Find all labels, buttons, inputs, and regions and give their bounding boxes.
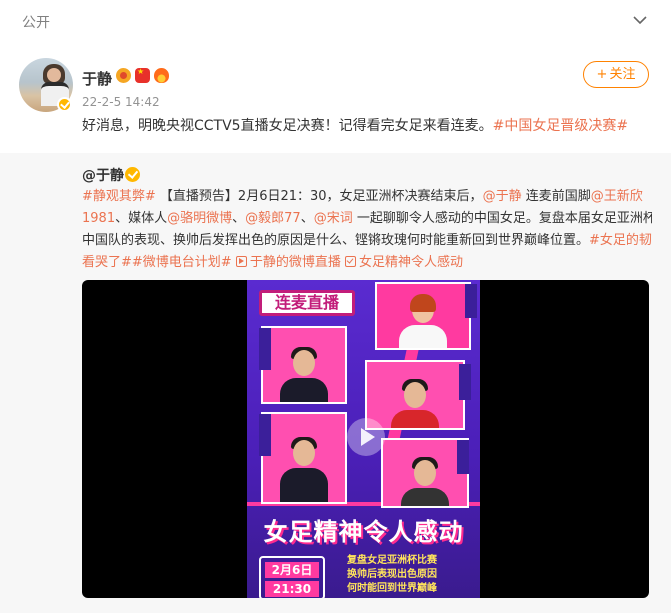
poster-date: 2月6日 21:30 (259, 556, 325, 598)
post-timestamp[interactable]: 22-2-5 14:42 (82, 95, 160, 109)
text-line: 看哭了##微博电台计划# 于静的微博直播 女足精神令人感动 (82, 252, 652, 274)
host-photo (375, 282, 471, 350)
poster-title: 连麦直播 (259, 290, 355, 316)
hashtag-link[interactable]: #静观其弊# (82, 189, 156, 204)
host-tag (465, 284, 477, 318)
mention-link[interactable]: @宋词 (314, 211, 353, 226)
poster-recap: 复盘女足亚洲杯比赛 换帅后表现出色原因 何时能回到世界巅峰 (347, 555, 437, 594)
guest-photo (365, 360, 465, 430)
text-line: 中国队的表现、换帅后发挥出色的原因是什么、铿锵玫瑰何时能重新回到世界巅峰位置。#… (82, 230, 652, 252)
live-link[interactable]: 于静的微博直播 (235, 255, 341, 270)
guest-tag (459, 364, 471, 400)
top-bar: 公开 (0, 0, 671, 42)
mention-link[interactable]: 1981 (82, 211, 115, 226)
chevron-down-icon[interactable] (631, 11, 649, 29)
hashtag-link[interactable]: #中国女足晋级决赛# (493, 118, 628, 134)
medal-icon (116, 68, 131, 83)
text-line: 1981、媒体人@骆明微博、@毅郎77、@宋词 一起聊聊令人感动的中国女足。复盘… (82, 211, 652, 226)
visibility-label: 公开 (22, 15, 50, 31)
username[interactable]: 于静 (82, 68, 112, 89)
guest-photo (261, 412, 347, 504)
hashtag-link[interactable]: #女足的韧劲 (589, 233, 652, 248)
follow-button[interactable]: + 关注 (583, 61, 649, 88)
original-post-text: #静观其弊# 【直播预告】2月6日21：30，女足亚洲杯决赛结束后，@于静 连麦… (82, 186, 652, 274)
hashtag-link[interactable]: 看哭了# (82, 255, 132, 270)
guest-photo (261, 326, 347, 404)
user-badges (116, 67, 169, 86)
mention-link[interactable]: @于静 (483, 189, 522, 204)
verified-icon (57, 97, 72, 112)
fire-icon (154, 68, 169, 83)
mention-link[interactable]: @骆明微博 (167, 211, 232, 226)
mention-link[interactable]: @王新欣 (591, 189, 643, 204)
video-icon (235, 256, 247, 267)
guest-tag (259, 414, 271, 456)
original-author[interactable]: @于静 (82, 165, 124, 185)
text-line: #静观其弊# 【直播预告】2月6日21：30，女足亚洲杯决赛结束后，@于静 连麦… (82, 189, 643, 204)
play-icon[interactable] (347, 418, 385, 456)
poster-banner: 女足精神令人感动 (263, 518, 464, 546)
guest-photo (381, 438, 469, 508)
plus-icon: + (596, 67, 608, 82)
check-icon (345, 256, 356, 267)
flag-icon (135, 67, 150, 83)
topic-link[interactable]: 女足精神令人感动 (345, 255, 463, 270)
video-player[interactable]: 连麦直播 女足精神令人感动 2月6日 21:30 复盘女足亚洲杯比赛 换帅后表现… (82, 280, 649, 598)
guest-tag (457, 440, 469, 474)
verified-icon (125, 167, 140, 182)
guest-tag (259, 328, 271, 370)
post-text: 好消息，明晚央视CCTV5直播女足决赛！记得看完女足来看连麦。#中国女足晋级决赛… (82, 118, 629, 134)
mention-link[interactable]: @毅郎77 (245, 211, 301, 226)
hashtag-link[interactable]: #微博电台计划# (132, 255, 232, 270)
